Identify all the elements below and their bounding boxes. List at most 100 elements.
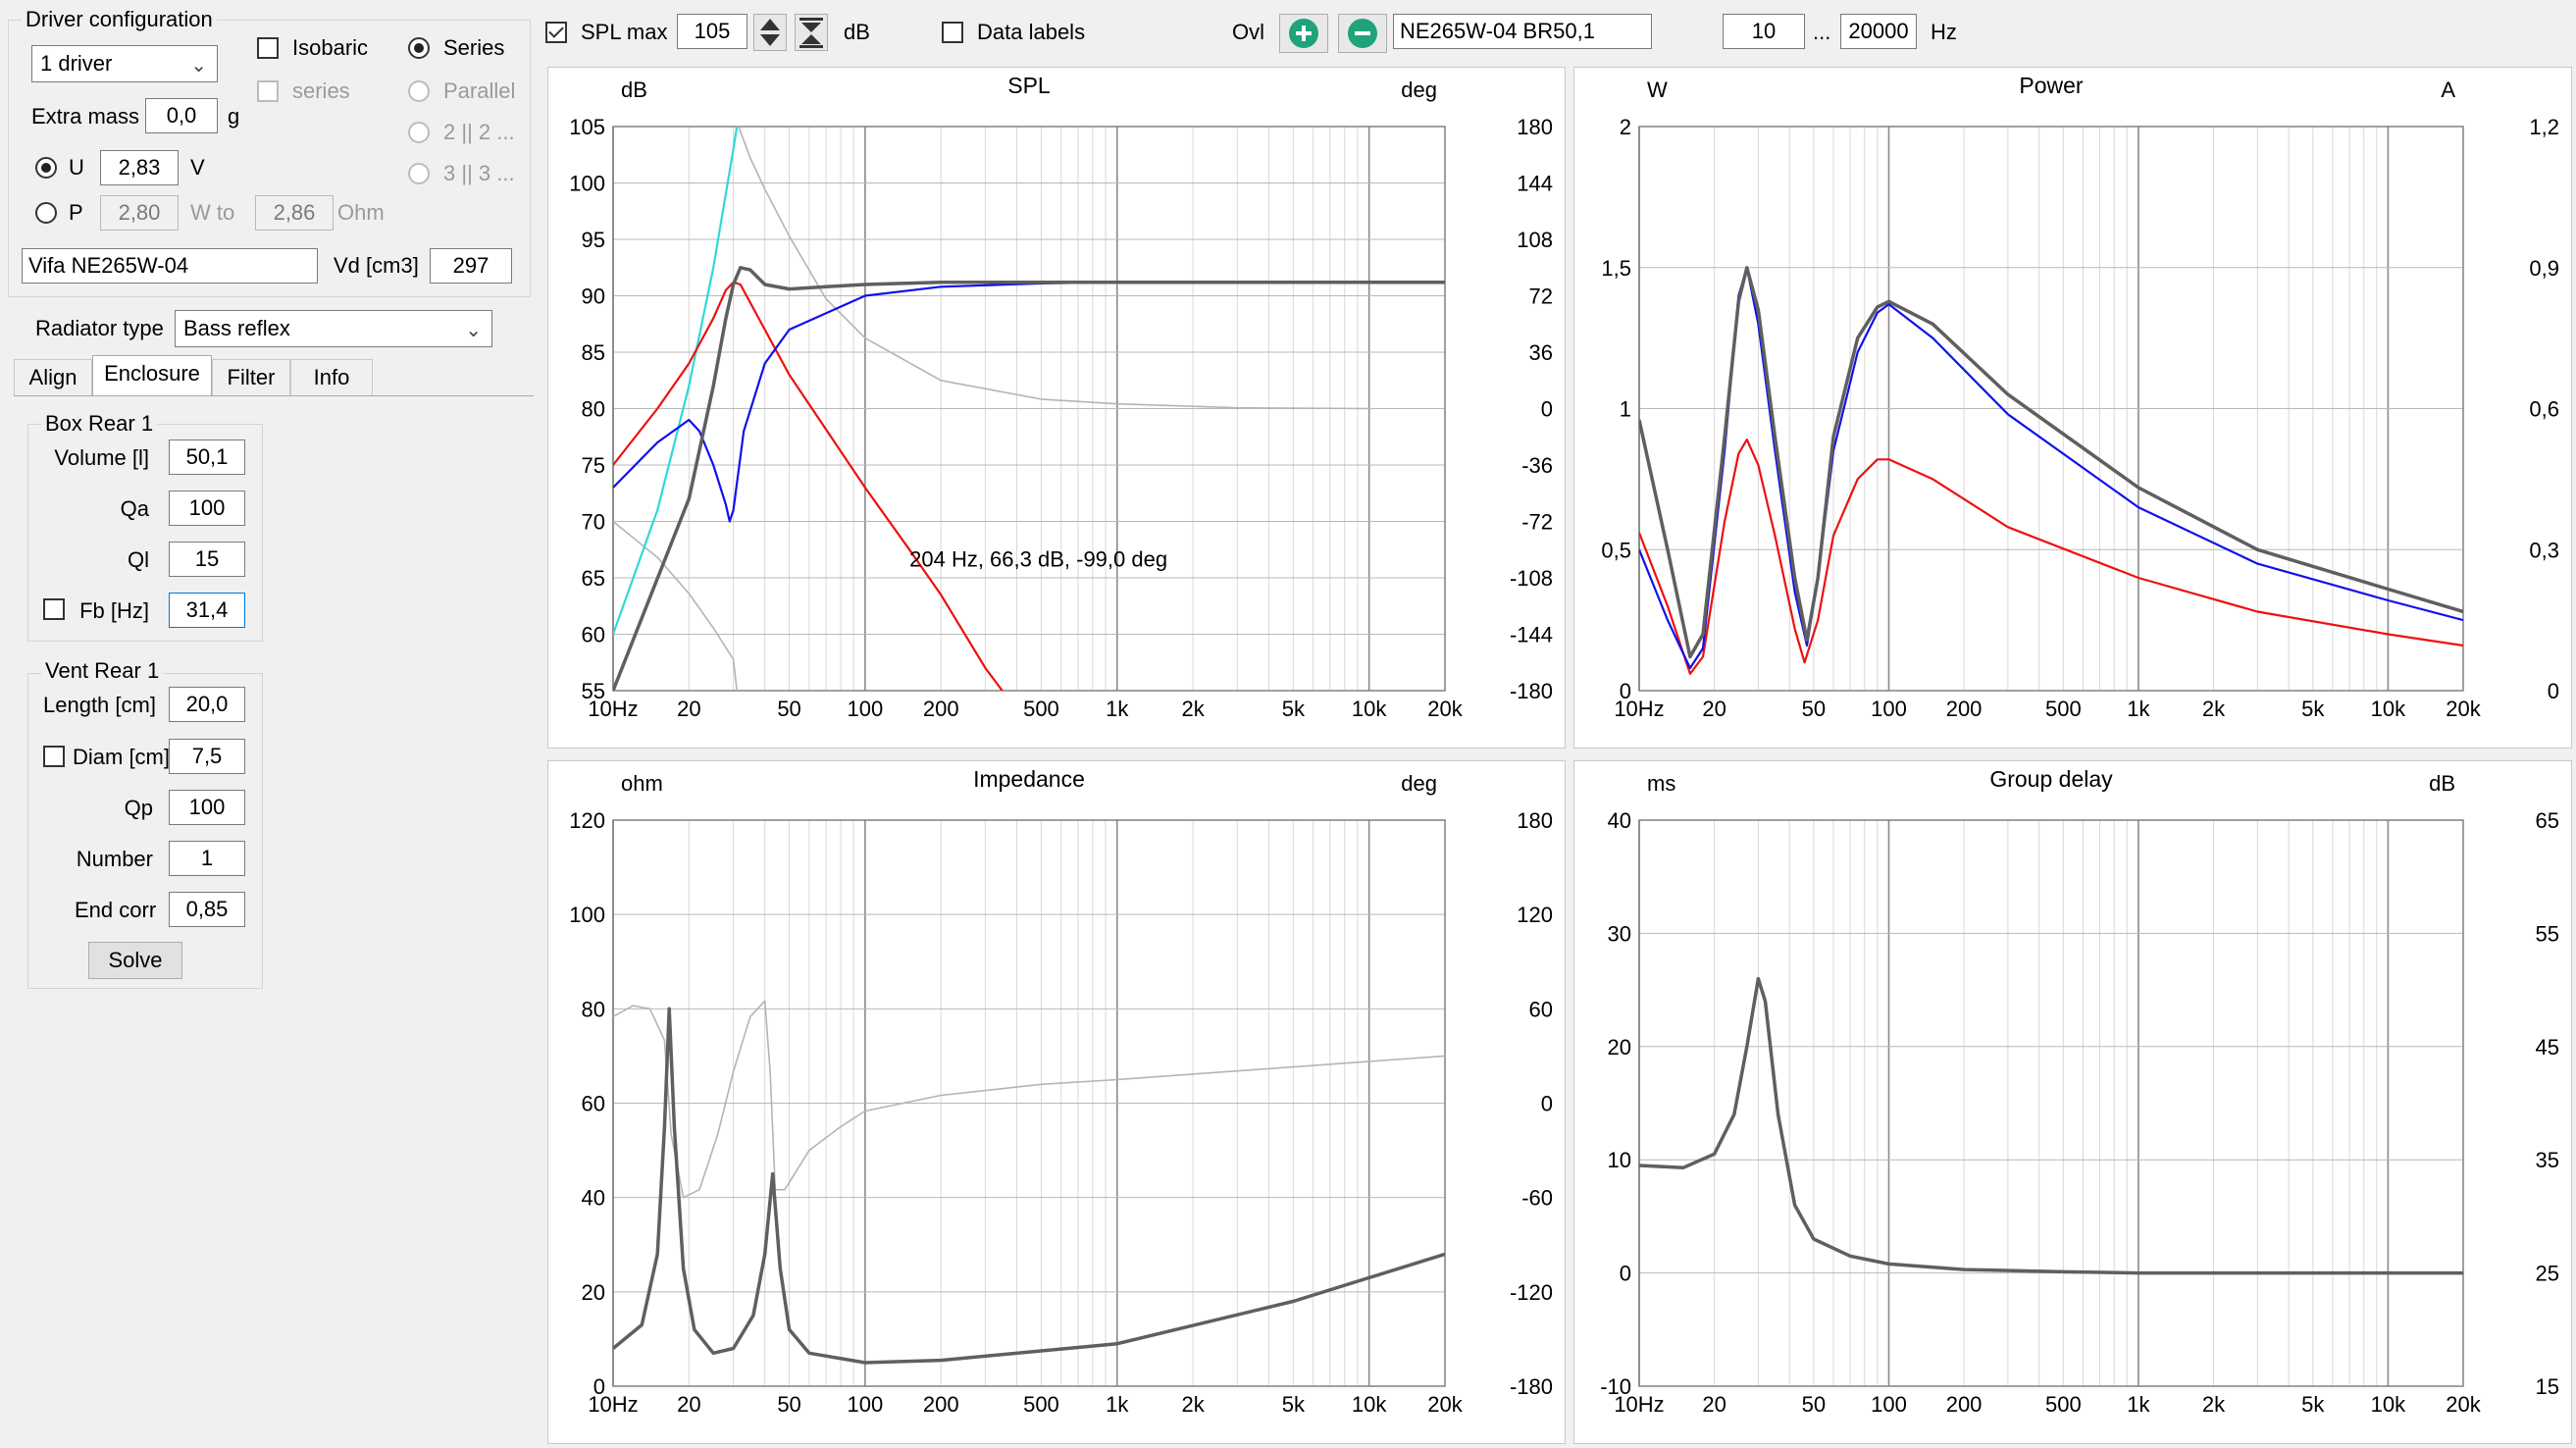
fb-checkbox[interactable] bbox=[43, 598, 65, 620]
right-unit-label: deg bbox=[1401, 771, 1437, 796]
voltage-input[interactable]: 2,83 bbox=[100, 150, 179, 185]
fb-input[interactable]: 31,4 bbox=[169, 593, 245, 628]
impedance-chart[interactable]: Impedance ohm deg 120 100 80 60 40 20 0 180 120 60 0 -… bbox=[547, 760, 1566, 1444]
freq-hz-unit: Hz bbox=[1931, 20, 1957, 44]
spl-fit-button[interactable] bbox=[795, 14, 828, 51]
group-delay-svg: Group delayms dB403020100-106555453525151… bbox=[1600, 766, 2559, 1417]
overlay-add-button[interactable] bbox=[1279, 14, 1328, 53]
radiator-type-select[interactable]: Bass reflex ⌄ bbox=[175, 310, 492, 347]
series-sub-checkbox[interactable] bbox=[257, 80, 279, 102]
series-line-red bbox=[613, 281, 1004, 691]
vent-number-input[interactable]: 1 bbox=[169, 841, 245, 876]
box-rear-title: Box Rear 1 bbox=[41, 412, 158, 436]
x-tick-label: 1k bbox=[1106, 1392, 1129, 1417]
tab-enclosure[interactable]: Enclosure bbox=[92, 355, 212, 396]
solve-button[interactable]: Solve bbox=[88, 942, 182, 979]
freq-range-ellipsis: ... bbox=[1813, 20, 1831, 44]
freq-max-input[interactable]: 20000 bbox=[1840, 14, 1917, 49]
power-unit: W to bbox=[190, 200, 235, 225]
y-tick-label: 0 bbox=[1620, 1262, 1631, 1286]
x-tick-label: 5k bbox=[2301, 697, 2325, 721]
overlay-name-input[interactable]: NE265W-04 BR50,1 bbox=[1393, 14, 1652, 49]
x-tick-label: 20k bbox=[2446, 1392, 2481, 1417]
wiring-3x3-radio[interactable] bbox=[408, 163, 430, 184]
x-tick-label: 1k bbox=[2127, 697, 2150, 721]
plot-area-border bbox=[1638, 819, 2464, 1387]
x-tick-label: 500 bbox=[1023, 697, 1059, 721]
y-tick-label: 100 bbox=[569, 903, 605, 927]
y2-tick-label: 55 bbox=[2536, 921, 2559, 946]
tab-info[interactable]: Info bbox=[290, 359, 373, 396]
vent-length-input[interactable]: 20,0 bbox=[169, 687, 245, 722]
y-tick-label: 20 bbox=[582, 1280, 605, 1305]
spl-max-checkbox[interactable] bbox=[545, 22, 567, 43]
tab-align[interactable]: Align bbox=[14, 359, 92, 396]
y2-tick-label: 120 bbox=[1517, 903, 1553, 927]
qa-input[interactable]: 100 bbox=[169, 491, 245, 526]
fit-range-icon bbox=[799, 18, 823, 48]
minus-circle-icon bbox=[1348, 19, 1377, 48]
group-delay-chart[interactable]: Group delay ms dB 40 30 20 10 0 -10 65 55 45 35 25 15 1… bbox=[1573, 760, 2572, 1444]
data-labels-checkbox[interactable] bbox=[942, 22, 963, 43]
wiring-series-radio[interactable] bbox=[408, 37, 430, 59]
ql-input[interactable]: 15 bbox=[169, 542, 245, 577]
chart-title: Impedance bbox=[973, 766, 1085, 792]
spl-svg: SPLdB deg10510095908580757065605518014410… bbox=[569, 73, 1553, 721]
y-tick-label: 1,5 bbox=[1601, 256, 1631, 281]
x-tick-label: 100 bbox=[848, 1392, 884, 1417]
vent-diam-input[interactable]: 7,5 bbox=[169, 739, 245, 774]
ohm-input[interactable]: 2,86 bbox=[255, 195, 334, 231]
y-tick-label: 95 bbox=[582, 228, 605, 252]
up-down-arrows-icon bbox=[760, 19, 780, 46]
overlay-remove-button[interactable] bbox=[1338, 14, 1387, 53]
chart-title: Power bbox=[2019, 73, 2084, 98]
vent-endcorr-input[interactable]: 0,85 bbox=[169, 892, 245, 927]
y-tick-label: 30 bbox=[1608, 921, 1631, 946]
vent-diam-checkbox[interactable] bbox=[43, 746, 65, 767]
y2-tick-label: 15 bbox=[2536, 1374, 2559, 1399]
x-tick-label: 500 bbox=[2045, 1392, 2082, 1417]
power-radio[interactable] bbox=[35, 202, 57, 224]
driver-count-select[interactable]: 1 driver ⌄ bbox=[31, 45, 218, 82]
x-tick-label: 100 bbox=[848, 697, 884, 721]
volume-label: Volume [l] bbox=[54, 445, 149, 470]
tab-filter[interactable]: Filter bbox=[212, 359, 290, 396]
y-tick-label: 105 bbox=[569, 115, 605, 139]
ovl-label: Ovl bbox=[1232, 20, 1264, 44]
power-chart[interactable]: Power W A 2 1,5 1 0,5 0 1,2 0,9 0,6 0,3 0 10Hz 20 50 100… bbox=[1573, 67, 2572, 749]
volume-input[interactable]: 50,1 bbox=[169, 440, 245, 475]
spl-step-button[interactable] bbox=[753, 14, 787, 51]
x-tick-label: 10k bbox=[1352, 697, 1387, 721]
vent-length-label: Length [cm] bbox=[43, 693, 156, 717]
wiring-parallel-radio[interactable] bbox=[408, 80, 430, 102]
y2-tick-label: 65 bbox=[2536, 808, 2559, 833]
y-tick-label: 20 bbox=[1608, 1035, 1631, 1060]
series-line-blue bbox=[613, 281, 1445, 523]
x-tick-label: 20 bbox=[677, 697, 700, 721]
wiring-series-label: Series bbox=[443, 35, 505, 60]
extra-mass-input[interactable]: 0,0 bbox=[145, 98, 218, 133]
cursor-readout-label: 204 Hz, 66,3 dB, -99,0 deg bbox=[909, 547, 1167, 572]
y-tick-label: 60 bbox=[582, 623, 605, 647]
power-svg: PowerW A21,510,501,20,90,60,3010Hz 20 50 100… bbox=[1601, 73, 2559, 721]
series-line-gray-total bbox=[1639, 266, 2463, 659]
isobaric-checkbox[interactable] bbox=[257, 37, 279, 59]
y2-tick-label: 180 bbox=[1517, 115, 1553, 139]
power-input[interactable]: 2,80 bbox=[100, 195, 179, 231]
freq-min-input[interactable]: 10 bbox=[1723, 14, 1805, 49]
left-unit-label: dB bbox=[621, 78, 647, 102]
x-tick-label: 10k bbox=[2371, 697, 2406, 721]
vent-qp-input[interactable]: 100 bbox=[169, 790, 245, 825]
y2-tick-label: 0 bbox=[1541, 1092, 1553, 1116]
y2-tick-label: 108 bbox=[1517, 228, 1553, 252]
voltage-label: U bbox=[69, 155, 84, 180]
wiring-3x3-label: 3 || 3 ... bbox=[443, 161, 515, 185]
spl-max-input[interactable]: 105 bbox=[677, 14, 747, 49]
driver-name-input[interactable]: Vifa NE265W-04 bbox=[22, 248, 318, 284]
vd-input[interactable]: 297 bbox=[430, 248, 512, 284]
spl-db-unit: dB bbox=[844, 20, 870, 44]
wiring-2x2-radio[interactable] bbox=[408, 122, 430, 143]
voltage-radio[interactable] bbox=[35, 157, 57, 179]
y2-tick-label: 36 bbox=[1529, 340, 1553, 365]
spl-chart[interactable]: SPL dB deg 105 100 95 90 85 80 75 70 65 60 55 180 144 10… bbox=[547, 67, 1566, 749]
